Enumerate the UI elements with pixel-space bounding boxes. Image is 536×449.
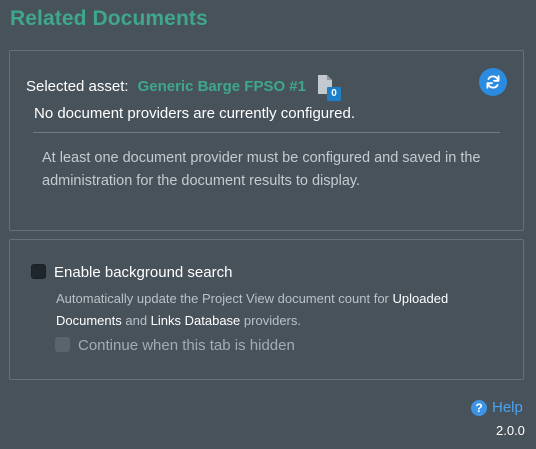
help-link[interactable]: ? Help — [471, 399, 523, 416]
description-text: and — [121, 313, 151, 328]
continue-hidden-label: Continue when this tab is hidden — [78, 337, 295, 354]
description-text: providers. — [240, 313, 301, 328]
refresh-button[interactable] — [479, 68, 507, 96]
document-count-badge: 0 — [326, 87, 341, 101]
version-label: 2.0.0 — [496, 423, 525, 438]
background-search-panel: Enable background search Automatically u… — [9, 239, 524, 380]
provider-config-note: At least one document provider must be c… — [42, 150, 481, 189]
background-search-description: Automatically update the Project View do… — [56, 288, 496, 332]
selected-asset-row: Selected asset: Generic Barge FPSO #1 0 — [26, 73, 341, 101]
selected-asset-label: Selected asset: — [26, 77, 129, 95]
enable-background-search-checkbox[interactable] — [31, 264, 46, 279]
refresh-icon — [486, 75, 500, 89]
help-label[interactable]: Help — [492, 399, 523, 416]
description-text: Automatically update the Project View do… — [56, 291, 393, 306]
links-database-label: Links Database — [150, 313, 241, 328]
question-circle-icon: ? — [471, 399, 487, 416]
divider — [33, 132, 500, 133]
document-count-icon: 0 — [317, 75, 341, 101]
page-title: Related Documents — [10, 7, 208, 30]
related-documents-page: Related Documents Selected asset: Generi… — [0, 0, 536, 449]
selected-asset-name: Generic Barge FPSO #1 — [137, 77, 306, 95]
continue-hidden-checkbox — [55, 337, 70, 352]
documents-panel: Selected asset: Generic Barge FPSO #1 0 … — [9, 50, 524, 231]
no-providers-message: No document providers are currently conf… — [34, 105, 355, 122]
enable-background-search-label[interactable]: Enable background search — [54, 264, 232, 281]
